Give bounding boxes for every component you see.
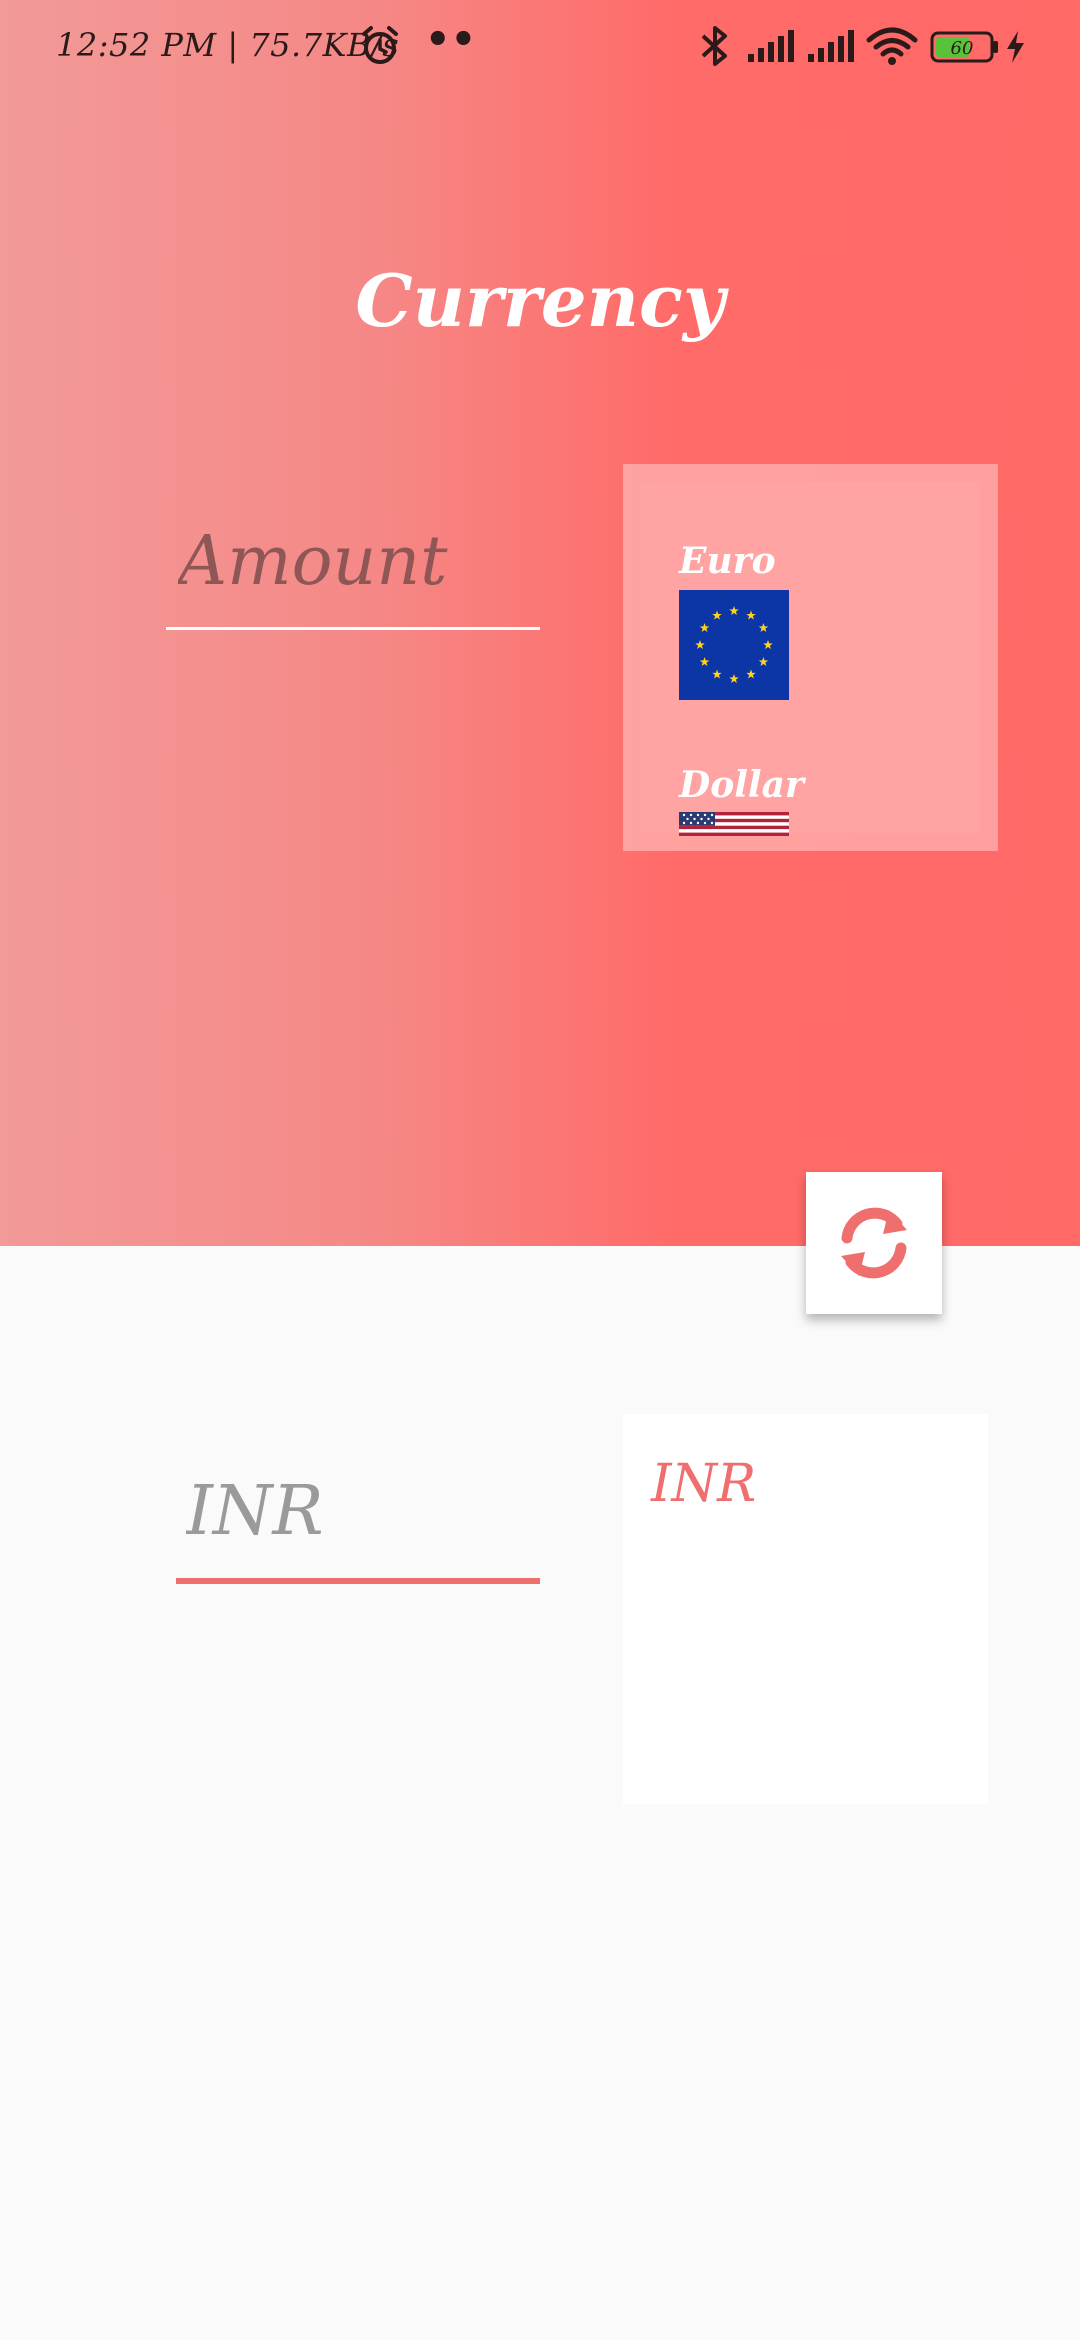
svg-text:60: 60: [951, 38, 974, 59]
us-flag-icon: [679, 812, 789, 836]
signal-icon: [808, 30, 854, 62]
status-time: 12:52 PM | 75.7KB/s: [56, 26, 400, 64]
amount-input[interactable]: [166, 496, 540, 630]
eu-flag-icon: [679, 590, 789, 700]
currency-option-dollar[interactable]: Dollar: [679, 764, 804, 836]
alarm-icon: [362, 26, 398, 64]
currency-label: Dollar: [679, 764, 804, 806]
page-title: Currency: [355, 258, 725, 343]
battery-icon: 60: [930, 31, 998, 63]
from-currency-list[interactable]: Euro Dollar: [623, 464, 998, 851]
wifi-icon: [866, 27, 918, 65]
converted-amount-input[interactable]: [176, 1444, 540, 1584]
currency-label: Euro: [679, 540, 776, 582]
notification-dots: ••: [425, 16, 477, 63]
currency-option-inr[interactable]: INR: [651, 1454, 756, 1514]
signal-icon: [748, 30, 794, 62]
swap-button[interactable]: [806, 1172, 942, 1314]
bluetooth-icon: [701, 26, 727, 66]
charging-icon: [1007, 31, 1024, 63]
status-bar: 12:52 PM | 75.7KB/s •• 60: [0, 0, 1080, 96]
currency-option-euro[interactable]: Euro: [679, 540, 789, 700]
refresh-icon: [841, 1207, 907, 1279]
to-currency-list[interactable]: INR: [623, 1414, 988, 1804]
